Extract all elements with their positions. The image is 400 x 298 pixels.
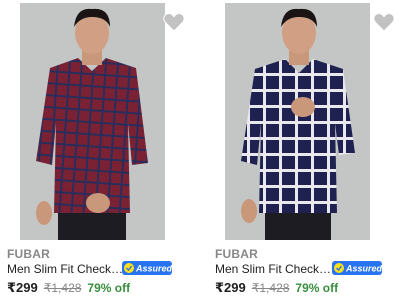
svg-text:Assured: Assured [345, 264, 382, 274]
discount-label: 79% off [295, 281, 339, 295]
assured-badge: Assured [122, 261, 173, 275]
selling-price: ₹299 [7, 280, 38, 295]
discount-label: 79% off [87, 281, 131, 295]
product-image[interactable] [225, 3, 370, 240]
product-grid: FUBAR Men Slim Fit Checkered Casual Shir… [0, 0, 400, 298]
original-price: ₹1,428 [251, 281, 290, 295]
product-title[interactable]: Men Slim Fit Checkered Casual Shirt [215, 262, 333, 276]
assured-badge: Assured [332, 261, 383, 275]
product-card[interactable]: FUBAR Men Slim Fit Checkered Casual Shir… [0, 0, 200, 298]
price-row: ₹299 ₹1,428 79% off [215, 280, 338, 296]
price-row: ₹299 ₹1,428 79% off [7, 280, 130, 296]
wishlist-heart-icon[interactable] [373, 12, 395, 32]
svg-text:Assured: Assured [135, 264, 172, 274]
selling-price: ₹299 [215, 280, 246, 295]
wishlist-heart-icon[interactable] [163, 12, 185, 32]
original-price: ₹1,428 [43, 281, 82, 295]
product-title[interactable]: Men Slim Fit Checkered Casual Shirt [7, 262, 125, 276]
product-brand: FUBAR [215, 247, 258, 261]
product-image[interactable] [20, 3, 165, 240]
product-brand: FUBAR [7, 247, 50, 261]
product-card[interactable]: FUBAR Men Slim Fit Checkered Casual Shir… [208, 0, 400, 298]
